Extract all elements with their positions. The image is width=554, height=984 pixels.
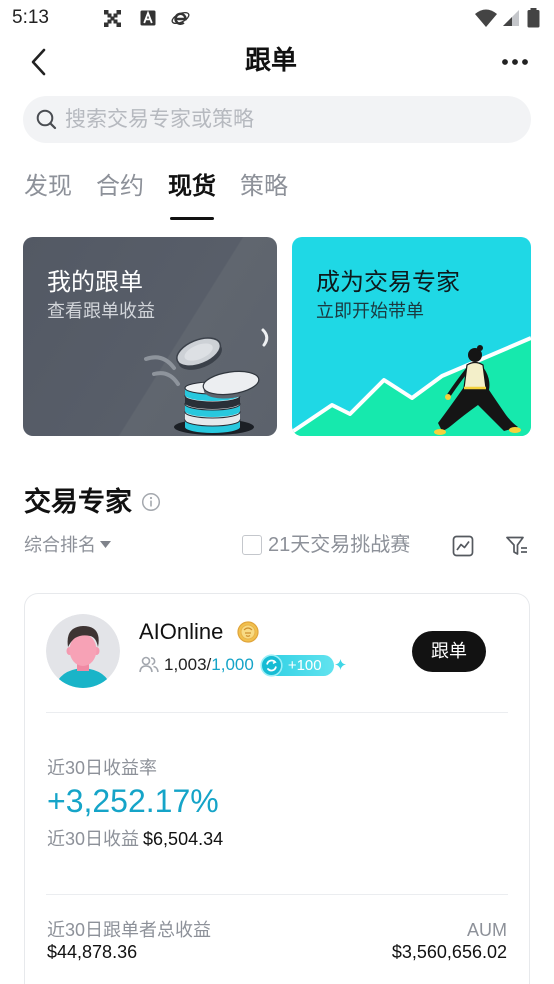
active-tab-indicator [170, 217, 214, 220]
promo-title: 我的跟单 [47, 269, 143, 296]
copier-pnl-label: 近30日跟单者总收益 [47, 920, 212, 940]
pnl-label: 近30日收益 [47, 829, 140, 849]
cell-signal-icon [503, 10, 519, 26]
copier-pnl-value: $44,878.36 [47, 942, 138, 962]
search-icon [36, 109, 57, 130]
aum-value: $3,560,656.02 [391, 942, 507, 962]
tab-discover[interactable]: 发现 [24, 170, 72, 204]
filter-icon[interactable] [505, 535, 529, 557]
trader-card[interactable]: AIOnline 1,003 / 1,000 +100 跟单 近30日收益率 +… [24, 593, 530, 984]
chevron-left-icon [29, 48, 47, 76]
info-circle-icon[interactable] [141, 492, 161, 512]
followers-max: 1,000 [211, 655, 254, 674]
promo-title: 成为交易专家 [316, 269, 460, 296]
divider [46, 712, 508, 713]
pnl-row: 近30日收益 $6,504.34 [47, 827, 223, 851]
tab-futures[interactable]: 合约 [96, 170, 144, 204]
grid-app-icon [104, 10, 121, 27]
more-horizontal-icon [501, 58, 529, 66]
followers-row: 1,003 / 1,000 +100 [139, 653, 346, 677]
sort-label: 综合排名 [24, 535, 96, 555]
status-time: 5:13 [12, 7, 49, 28]
my-copy-trading-card[interactable]: 我的跟单 查看跟单收益 [23, 237, 277, 436]
browser-e-icon [171, 9, 190, 27]
search-bar[interactable] [23, 96, 531, 143]
bonus-badge: +100 [260, 653, 334, 677]
sparkle-icon [334, 658, 346, 670]
battery-icon [526, 8, 541, 28]
sort-dropdown[interactable]: 综合排名 [24, 532, 111, 558]
aum-label: AUM [467, 920, 507, 940]
trend-chart-icon[interactable] [452, 535, 474, 557]
promo-subtitle: 查看跟单收益 [47, 301, 155, 321]
status-bar: 5:13 [0, 0, 554, 36]
tab-strategy[interactable]: 策略 [240, 170, 288, 204]
more-button[interactable] [498, 52, 532, 72]
follow-button[interactable]: 跟单 [412, 631, 486, 672]
tab-spot[interactable]: 现货 [168, 170, 216, 204]
followers-count: 1,003 [164, 655, 207, 674]
search-input[interactable] [65, 96, 515, 143]
avatar[interactable] [46, 614, 120, 688]
gold-medal-icon [237, 621, 259, 643]
challenge-filter-toggle[interactable]: 21天交易挑战赛 [242, 531, 410, 559]
become-trader-card[interactable]: 成为交易专家 立即开始带单 [292, 237, 531, 436]
challenge-label[interactable]: 21天交易挑战赛 [268, 531, 410, 559]
caret-down-icon [100, 541, 111, 549]
page-title: 跟单 [244, 45, 297, 75]
roi-label: 近30日收益率 [47, 758, 158, 778]
pnl-value: $6,504.34 [143, 829, 224, 849]
section-title: 交易专家 [24, 487, 132, 517]
roi-value: +3,252.17% [47, 783, 219, 819]
rising-chart-person-illustration [292, 237, 531, 436]
divider [46, 894, 508, 895]
followers-icon [139, 656, 159, 674]
coin-icon [260, 653, 283, 677]
wifi-icon [475, 9, 497, 27]
back-button[interactable] [24, 46, 52, 78]
font-a-icon [140, 10, 156, 26]
coins-stack-illustration [23, 237, 277, 436]
trader-name[interactable]: AIOnline [139, 617, 223, 647]
promo-subtitle: 立即开始带单 [316, 301, 424, 321]
bonus-badge-text: +100 [287, 656, 322, 674]
challenge-checkbox[interactable] [242, 535, 262, 555]
